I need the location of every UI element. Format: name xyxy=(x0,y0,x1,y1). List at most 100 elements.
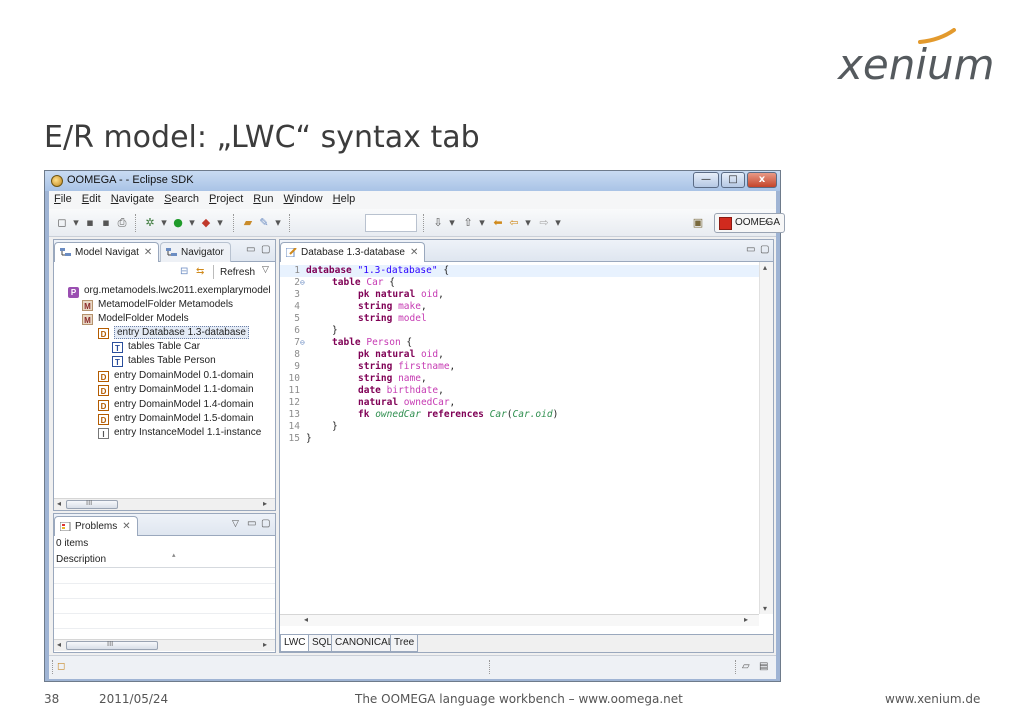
model-navigator-tabs: Model Navigat ✕ Navigator ▭ ▢ xyxy=(54,240,275,262)
tab-database-editor[interactable]: Database 1.3-database ✕ xyxy=(280,242,426,262)
minimize-view-icon[interactable]: ▭ xyxy=(746,244,755,255)
tree-node[interactable]: M ModelFolder Models xyxy=(82,312,189,326)
tab-navigator[interactable]: Navigator xyxy=(160,242,231,262)
fast-view-icon[interactable]: ◻ xyxy=(57,661,65,672)
scroll-right-icon[interactable]: ▸ xyxy=(263,499,267,508)
refresh-button[interactable]: Refresh xyxy=(220,267,255,278)
scroll-down-icon[interactable]: ▾ xyxy=(763,604,767,613)
trim-stack-icon[interactable]: ▤ xyxy=(759,661,768,672)
annotation-next-icon[interactable]: ⇩ xyxy=(431,216,445,230)
window-titlebar[interactable]: OOMEGA - - Eclipse SDK — □ x xyxy=(45,171,780,191)
menu-edit[interactable]: Edit xyxy=(77,191,106,207)
view-menu-icon[interactable]: ▽ xyxy=(232,518,239,529)
tab-model-navigator[interactable]: Model Navigat ✕ xyxy=(54,242,160,262)
tree-node[interactable]: Ttables Table Car xyxy=(112,340,200,354)
maximize-view-icon[interactable]: ▢ xyxy=(261,244,270,255)
model-navigator-panel: Model Navigat ✕ Navigator ▭ ▢ ⊟ ⇆ Refresh… xyxy=(53,239,276,511)
scroll-thumb[interactable]: III xyxy=(66,499,118,509)
editor-hscrollbar[interactable]: ◂ ▸ xyxy=(280,614,759,626)
scroll-left-icon[interactable]: ◂ xyxy=(57,640,61,649)
open-folder-icon[interactable]: ▰ xyxy=(241,216,255,230)
chevron-down-icon[interactable]: ▾ xyxy=(551,216,565,230)
chevron-down-icon[interactable]: ▾ xyxy=(271,216,285,230)
scroll-right-icon[interactable]: ▸ xyxy=(744,615,748,624)
tree-node[interactable]: M MetamodelFolder Metamodels xyxy=(82,298,233,312)
problems-table-header[interactable]: Description ▴ xyxy=(54,552,275,568)
pen-icon[interactable]: ✎ xyxy=(257,216,271,230)
window-title: OOMEGA - - Eclipse SDK xyxy=(67,174,194,186)
tab-problems[interactable]: Problems ✕ xyxy=(54,516,138,536)
tree-node[interactable]: Dentry DomainModel 1.4-domain xyxy=(98,398,254,412)
tree-node[interactable]: Ientry InstanceModel 1.1-instance xyxy=(98,426,261,440)
annotation-prev-icon[interactable]: ⇧ xyxy=(461,216,475,230)
minimize-view-icon[interactable]: ▭ xyxy=(246,244,255,255)
collapse-all-icon[interactable]: ⊟ xyxy=(180,266,188,277)
tree-node[interactable]: Dentry DomainModel 1.1-domain xyxy=(98,383,254,397)
chevron-down-icon[interactable]: ▾ xyxy=(445,216,459,230)
debug-icon[interactable]: ✲ xyxy=(143,216,157,230)
problems-panel: Problems ✕ ▽ ▭ ▢ 0 items Description ▴ ◂ … xyxy=(53,513,276,653)
chevron-down-icon[interactable]: ▾ xyxy=(475,216,489,230)
new-icon[interactable]: ◻ xyxy=(55,216,69,230)
navigator-hscrollbar[interactable]: ◂ III ▸ xyxy=(54,498,275,510)
chevron-down-icon[interactable]: ▾ xyxy=(521,216,535,230)
restore-icon[interactable]: ▱ xyxy=(742,661,750,672)
main-toolbar: ◻ ▾ ▪ ▪ ⎙ ✲ ▾ ● ▾ ◆ ▾ ▰ ✎ ▾ ⇩ ▾ ⇧ ▾ ⬅ ⇦ … xyxy=(49,209,786,237)
tree-node[interactable]: Dentry DomainModel 1.5-domain xyxy=(98,412,254,426)
menu-window[interactable]: Window xyxy=(278,191,327,207)
view-menu-icon[interactable]: ▽ xyxy=(262,264,269,275)
forward-icon[interactable]: ⇨ xyxy=(537,216,551,230)
menu-run[interactable]: Run xyxy=(248,191,278,207)
close-icon[interactable]: ✕ xyxy=(410,247,418,258)
scroll-right-icon[interactable]: ▸ xyxy=(263,640,267,649)
close-button[interactable]: x xyxy=(747,172,777,188)
open-perspective-icon[interactable]: ▣ xyxy=(691,216,705,230)
run-icon[interactable]: ● xyxy=(171,216,185,230)
print-icon[interactable]: ⎙ xyxy=(115,216,129,230)
minimize-button[interactable]: — xyxy=(693,172,719,188)
menu-help[interactable]: Help xyxy=(328,191,361,207)
tab-lwc[interactable]: LWC xyxy=(280,635,310,652)
maximize-view-icon[interactable]: ▢ xyxy=(760,244,769,255)
maximize-view-icon[interactable]: ▢ xyxy=(261,518,270,529)
scroll-left-icon[interactable]: ◂ xyxy=(304,615,308,624)
tree-node[interactable]: Porg.metamodels.lwc2011.exemplarymodel xyxy=(68,284,271,298)
scroll-left-icon[interactable]: ◂ xyxy=(57,499,61,508)
link-editor-icon[interactable]: ⇆ xyxy=(196,266,204,277)
description-column: Description xyxy=(56,554,107,565)
tab-tree[interactable]: Tree xyxy=(390,635,419,652)
problems-hscrollbar[interactable]: ◂ III ▸ xyxy=(54,639,275,651)
last-edit-icon[interactable]: ⬅ xyxy=(491,216,505,230)
editor-vscrollbar[interactable]: ▴ ▾ xyxy=(759,262,773,614)
save-icon[interactable]: ▪ xyxy=(83,216,97,230)
fold-icon[interactable]: ⊖ xyxy=(300,277,305,289)
close-icon[interactable]: ✕ xyxy=(122,521,130,532)
more-perspectives-icon[interactable]: » xyxy=(760,216,774,230)
menu-search[interactable]: Search xyxy=(159,191,204,207)
minimize-view-icon[interactable]: ▭ xyxy=(247,518,256,529)
menu-navigate[interactable]: Navigate xyxy=(106,191,159,207)
sort-ascending-icon: ▴ xyxy=(172,552,176,559)
menu-project[interactable]: Project xyxy=(204,191,248,207)
close-icon[interactable]: ✕ xyxy=(144,247,152,258)
external-tools-icon[interactable]: ◆ xyxy=(199,216,213,230)
editor-file-icon xyxy=(286,248,297,257)
back-icon[interactable]: ⇦ xyxy=(507,216,521,230)
menu-file[interactable]: File xyxy=(49,191,77,207)
chevron-down-icon[interactable]: ▾ xyxy=(213,216,227,230)
fold-icon[interactable]: ⊖ xyxy=(300,337,305,349)
scroll-up-icon[interactable]: ▴ xyxy=(763,263,767,272)
tree-node[interactable]: Dentry Database 1.3-database xyxy=(98,326,249,340)
tab-canonical[interactable]: CANONICAL xyxy=(331,635,398,652)
tree-node[interactable]: Dentry DomainModel 0.1-domain xyxy=(98,369,254,383)
tree-node[interactable]: Ttables Table Person xyxy=(112,354,216,368)
scroll-thumb[interactable]: III xyxy=(66,640,158,650)
chevron-down-icon[interactable]: ▾ xyxy=(157,216,171,230)
perspective-oomega[interactable]: OOMEGA xyxy=(714,213,786,233)
chevron-down-icon[interactable]: ▾ xyxy=(69,216,83,230)
m-folder-icon: M xyxy=(82,300,93,311)
chevron-down-icon[interactable]: ▾ xyxy=(185,216,199,230)
save-all-icon[interactable]: ▪ xyxy=(99,216,113,230)
maximize-button[interactable]: □ xyxy=(721,172,745,188)
toolbar-combo[interactable] xyxy=(365,214,417,232)
